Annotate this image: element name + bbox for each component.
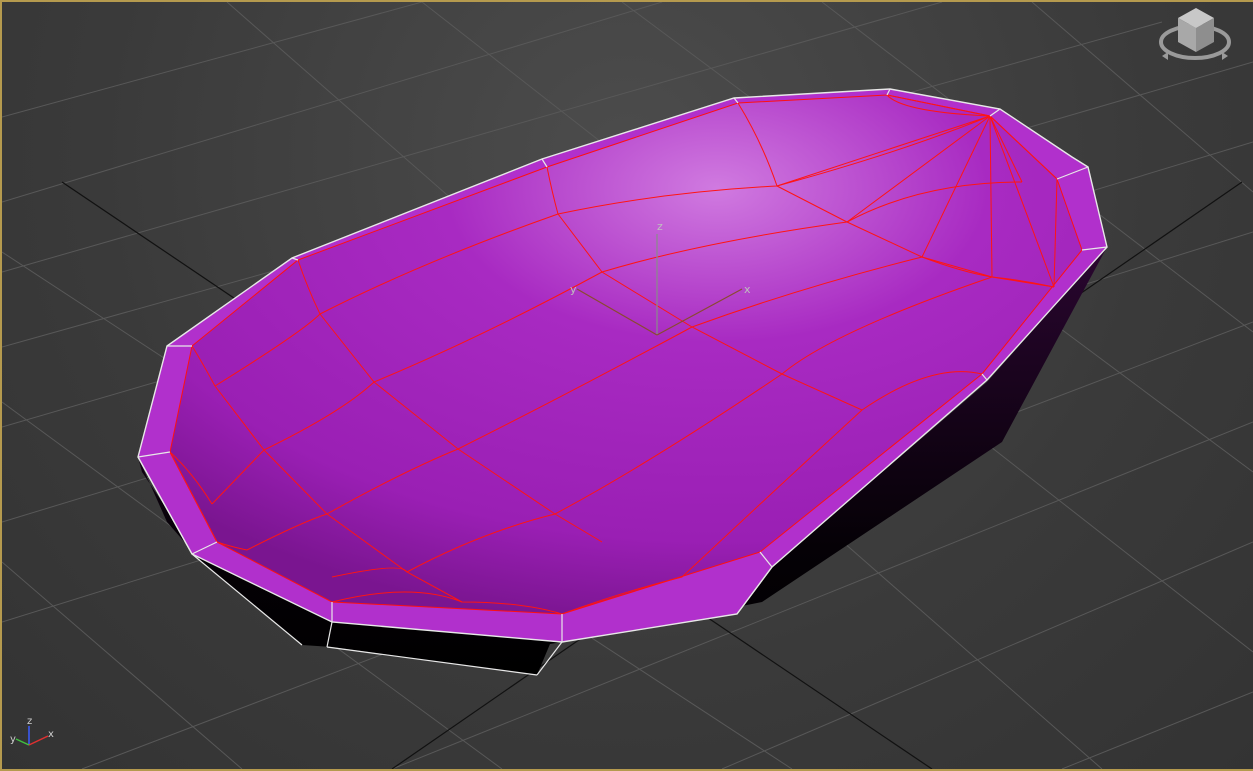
gizmo-y-label: y — [570, 283, 577, 296]
tripod-z-label: z — [27, 716, 32, 727]
tripod-y-label: y — [10, 734, 16, 745]
viewcube-arrow-left[interactable] — [1162, 52, 1168, 60]
viewcube-arrow-right[interactable] — [1222, 52, 1228, 60]
perspective-viewport[interactable]: z x y z x y — [0, 0, 1253, 771]
bowl-inner-surface — [169, 94, 1083, 615]
scene-canvas[interactable]: z x y z x y — [2, 2, 1253, 769]
tripod-x-label: x — [48, 729, 54, 740]
world-axis-tripod: z x y — [10, 716, 54, 746]
gizmo-z-label: z — [657, 220, 663, 233]
bowl-object[interactable] — [137, 88, 1108, 676]
gizmo-x-label: x — [744, 283, 751, 296]
viewcube-icon[interactable] — [1159, 8, 1231, 60]
